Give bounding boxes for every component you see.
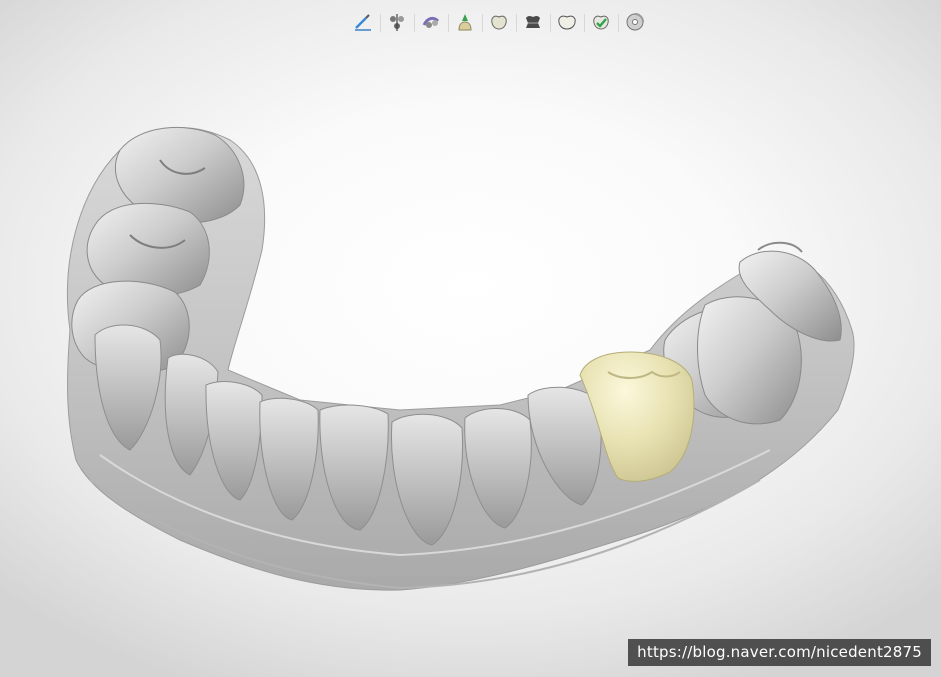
crown-shape-icon[interactable]	[550, 8, 584, 36]
3d-viewport[interactable]	[0, 0, 941, 677]
insertion-axis-icon[interactable]	[380, 8, 414, 36]
margin-line-pencil-icon[interactable]	[346, 8, 380, 36]
anatomy-dark-crown-icon[interactable]	[516, 8, 550, 36]
watermark-url: https://blog.naver.com/nicedent2875	[628, 639, 931, 666]
save-disc-icon[interactable]	[618, 8, 652, 36]
tooth-position-icon[interactable]	[414, 8, 448, 36]
design-toolbar	[346, 8, 652, 36]
cement-gap-icon[interactable]	[448, 8, 482, 36]
crown-outline-icon[interactable]	[482, 8, 516, 36]
crown-check-icon[interactable]	[584, 8, 618, 36]
